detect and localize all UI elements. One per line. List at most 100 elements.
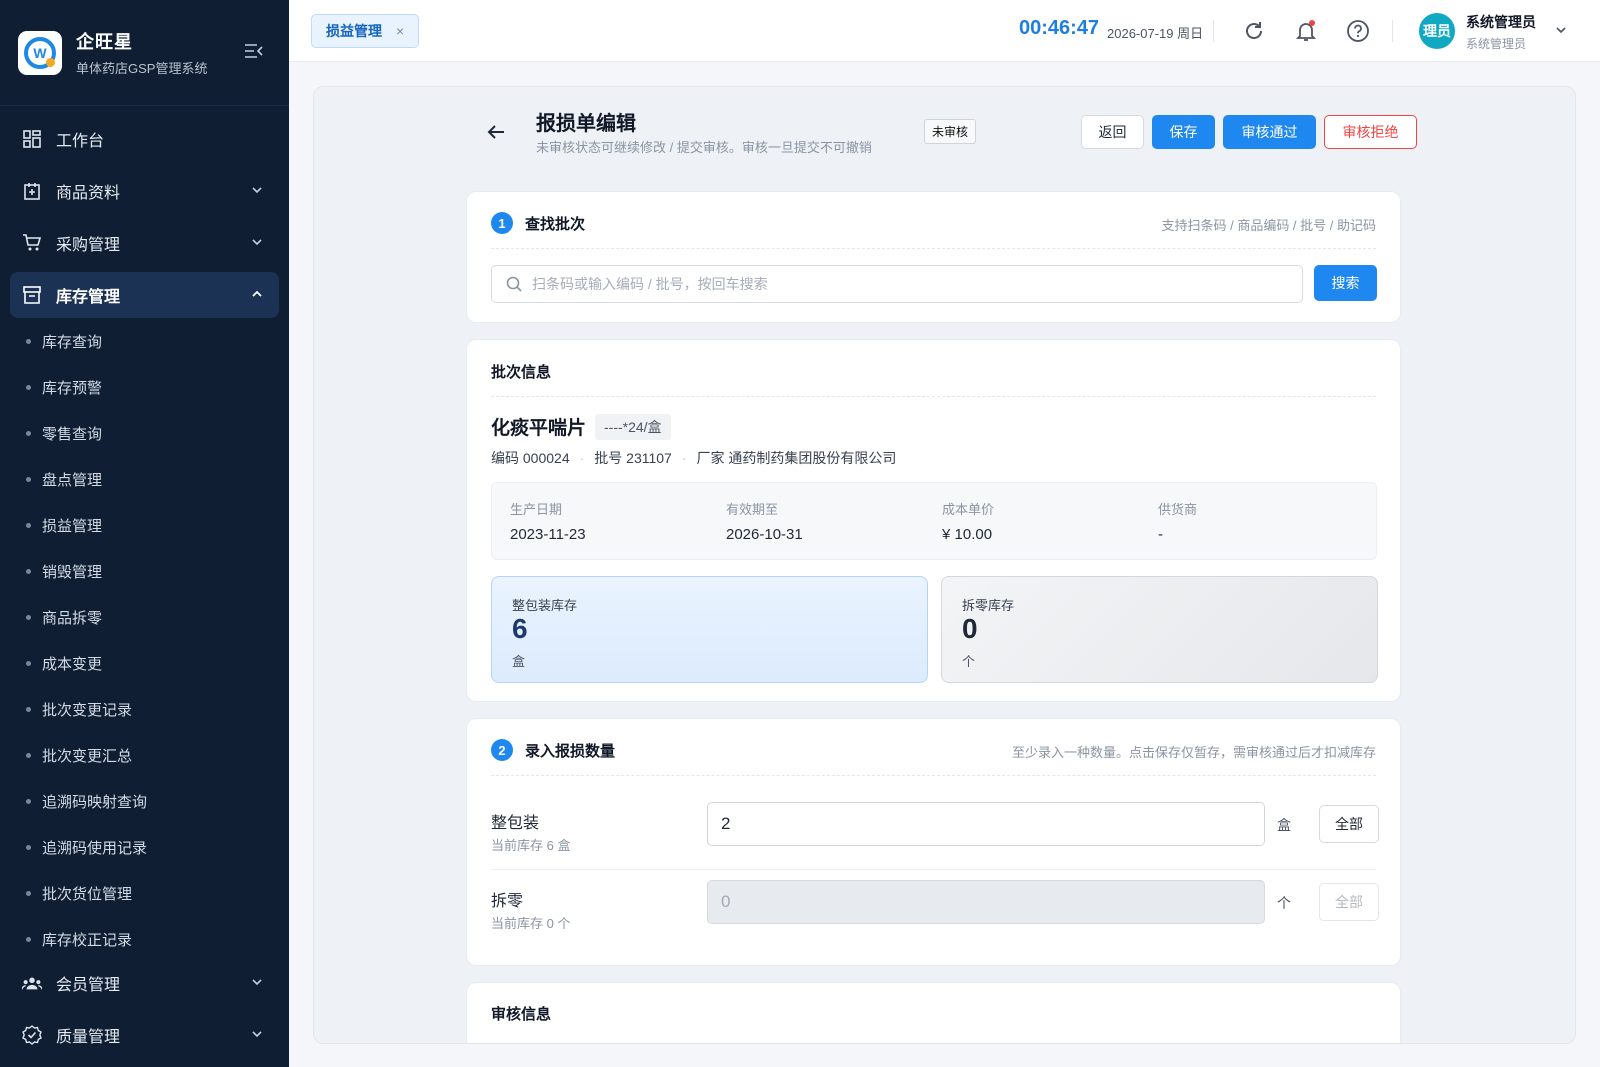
current-stock-text: 当前库存 6 盒: [491, 838, 571, 853]
loss-quantity-card: 2 录入报损数量 至少录入一种数量。点击保存仅暂存，需审核通过后才扣减库存 整包…: [466, 718, 1401, 966]
back-button[interactable]: 返回: [1081, 115, 1144, 149]
info-label: 成本单价: [942, 502, 995, 517]
back-arrow-icon[interactable]: [486, 122, 506, 142]
unit-cost: ¥ 10.00: [942, 526, 993, 543]
qty-label: 拆零: [491, 893, 524, 910]
product-icon: [22, 181, 42, 201]
sidebar-item-label: 工作台: [56, 133, 105, 150]
sidebar-item-members[interactable]: 会员管理: [10, 960, 279, 1006]
card-title: 录入报损数量: [525, 743, 616, 760]
user-role: 系统管理员: [1466, 37, 1527, 51]
submenu-item-batch-change-summary[interactable]: 批次变更汇总: [0, 732, 289, 778]
submenu-item-profit-loss[interactable]: 损益管理: [0, 502, 289, 548]
info-label: 有效期至: [726, 502, 779, 517]
split-qty-input[interactable]: [707, 880, 1265, 924]
qty-unit: 个: [1277, 895, 1291, 911]
stock-unit: 盒: [512, 654, 526, 669]
user-avatar[interactable]: 理员: [1419, 13, 1455, 49]
search-icon: [506, 276, 522, 292]
submenu-item-stocktake[interactable]: 盘点管理: [0, 456, 289, 502]
page-header: 报损单编辑 未审核状态可继续修改 / 提交审核。审核一旦提交不可撤销 未审核 返…: [314, 87, 1575, 179]
submenu-item-cost-change[interactable]: 成本变更: [0, 640, 289, 686]
expiry-date: 2026-10-31: [726, 526, 803, 543]
submenu-item-batch-location[interactable]: 批次货位管理: [0, 870, 289, 916]
app-logo: W: [18, 30, 62, 75]
stock-value: 0: [962, 613, 978, 644]
stock-label: 整包装库存: [512, 598, 578, 613]
audit-info-card: 审核信息: [466, 982, 1401, 1043]
sidebar-item-inventory[interactable]: 库存管理: [10, 272, 279, 318]
sidebar-item-products[interactable]: 商品资料: [10, 168, 279, 214]
dashboard-icon: [22, 129, 42, 149]
product-code: 编码 000024: [491, 450, 570, 466]
product-meta: 编码 000024 · 批号 231107 · 厂家 通药制药集团股份有限公司: [491, 450, 897, 466]
submenu-item-batch-change-log[interactable]: 批次变更记录: [0, 686, 289, 732]
card-title: 查找批次: [525, 216, 586, 233]
approve-button[interactable]: 审核通过: [1223, 115, 1316, 149]
sidebar-item-label: 会员管理: [56, 977, 121, 994]
help-icon[interactable]: [1346, 19, 1370, 43]
current-date: 2026-07-19 周日: [1107, 26, 1204, 41]
card-title: 批次信息: [491, 364, 552, 381]
sidebar-item-purchase[interactable]: 采购管理: [10, 220, 279, 266]
reject-button[interactable]: 审核拒绝: [1324, 115, 1417, 149]
user-name[interactable]: 系统管理员: [1466, 12, 1536, 32]
close-tab-icon[interactable]: ×: [396, 23, 404, 39]
info-label: 生产日期: [510, 502, 563, 517]
submenu-item-stock-correction[interactable]: 库存校正记录: [0, 916, 289, 962]
search-batch-card: 1 查找批次 支持扫条码 / 商品编码 / 批号 / 助记码 搜索: [466, 191, 1401, 323]
stock-label: 拆零库存: [962, 598, 1015, 613]
split-stock: 拆零库存 0 个: [941, 576, 1378, 683]
submenu-item-stock-alert[interactable]: 库存预警: [0, 364, 289, 410]
submenu-item-trace-usage[interactable]: 追溯码使用记录: [0, 824, 289, 870]
refresh-icon[interactable]: [1242, 19, 1266, 43]
brand: W 企旺星 单体药店GSP管理系统: [0, 0, 289, 106]
main-content: 报损单编辑 未审核状态可继续修改 / 提交审核。审核一旦提交不可撤销 未审核 返…: [313, 86, 1576, 1044]
inventory-icon: [22, 285, 42, 305]
production-date: 2023-11-23: [510, 526, 586, 543]
batch-info-card: 批次信息 化痰平喘片 ----*24/盒 编码 000024 · 批号 2311…: [466, 339, 1401, 702]
sidebar: W 企旺星 单体药店GSP管理系统 工作台 商品资料 采购管理 库存管理 库存查…: [0, 0, 289, 1067]
sidebar-item-quality[interactable]: 质量管理: [10, 1012, 279, 1058]
whole-package-stock: 整包装库存 6 盒: [491, 576, 928, 683]
clock: 00:46:47: [1019, 17, 1100, 39]
qty-unit: 盒: [1277, 817, 1291, 833]
whole-package-qty-input[interactable]: [707, 802, 1265, 846]
chevron-down-icon: [252, 1031, 262, 1038]
tab-label: 损益管理: [326, 23, 382, 39]
members-icon: [22, 973, 42, 993]
qty-label: 整包装: [491, 815, 540, 832]
submenu-item-stock-query[interactable]: 库存查询: [0, 318, 289, 364]
collapse-menu-icon[interactable]: [245, 44, 263, 58]
card-title: 审核信息: [491, 1006, 552, 1023]
save-button[interactable]: 保存: [1152, 115, 1215, 149]
batch-number: 批号 231107: [594, 450, 672, 466]
submenu-item-destroy[interactable]: 销毁管理: [0, 548, 289, 594]
supplier: -: [1158, 526, 1163, 543]
page-subtitle: 未审核状态可继续修改 / 提交审核。审核一旦提交不可撤销: [536, 140, 872, 155]
cart-icon: [22, 233, 42, 253]
product-spec: ----*24/盒: [595, 414, 671, 440]
notification-bell-icon[interactable]: [1294, 19, 1318, 43]
tab-profit-loss[interactable]: 损益管理 ×: [311, 14, 420, 48]
inventory-submenu: 库存查询 库存预警 零售查询 盘点管理 损益管理 销毁管理 商品拆零 成本变更 …: [0, 318, 289, 962]
split-row: 拆零 当前库存 0 个 个 全部: [491, 880, 1379, 947]
page-title: 报损单编辑: [536, 113, 636, 135]
search-input[interactable]: [532, 266, 1292, 302]
chevron-down-icon: [252, 239, 262, 246]
submenu-item-retail-query[interactable]: 零售查询: [0, 410, 289, 456]
manufacturer: 厂家 通药制药集团股份有限公司: [696, 450, 897, 466]
chevron-up-icon: [252, 290, 262, 297]
chevron-down-icon[interactable]: [1555, 24, 1567, 36]
brand-name: 企旺星: [76, 32, 133, 52]
submenu-item-trace-map[interactable]: 追溯码映射查询: [0, 778, 289, 824]
search-box: [491, 265, 1303, 303]
side-nav: 工作台 商品资料 采购管理 库存管理: [0, 106, 289, 318]
sidebar-item-dashboard[interactable]: 工作台: [10, 116, 279, 162]
submenu-item-split[interactable]: 商品拆零: [0, 594, 289, 640]
fill-all-whole-button[interactable]: 全部: [1319, 805, 1379, 843]
fill-all-split-button[interactable]: 全部: [1319, 883, 1379, 921]
brand-subtitle: 单体药店GSP管理系统: [76, 61, 208, 76]
search-button[interactable]: 搜索: [1314, 265, 1377, 301]
info-label: 供货商: [1158, 502, 1198, 517]
